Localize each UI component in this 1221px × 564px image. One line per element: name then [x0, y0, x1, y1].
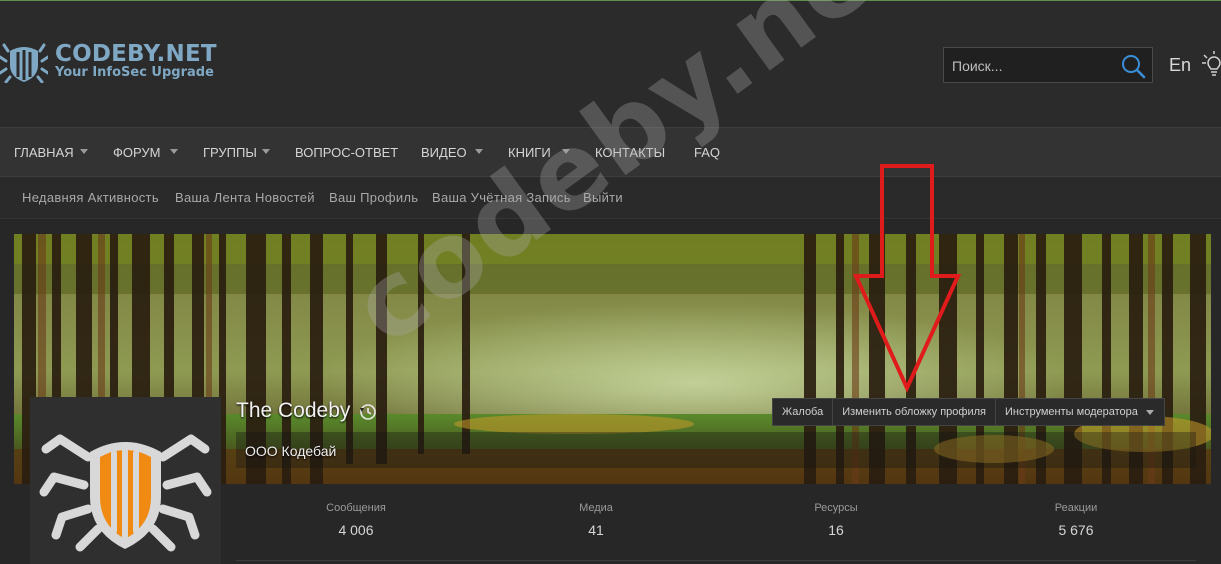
- moderator-tools-label: Инструменты модератора: [1004, 406, 1138, 418]
- nav-item-contacts[interactable]: КОНТАКТЫ: [595, 128, 665, 178]
- subnav-your-account[interactable]: Ваша Учётная Запись: [432, 177, 571, 219]
- stat-value: 5 676: [1058, 522, 1094, 538]
- logo-tagline: Your InfoSec Upgrade: [55, 65, 214, 80]
- stat-resources[interactable]: Ресурсы 16: [716, 484, 956, 538]
- account-subnavigation: Недавняя Активность Ваша Лента Новостей …: [0, 177, 1221, 219]
- report-button[interactable]: Жалоба: [773, 399, 834, 425]
- site-logo[interactable]: CODEBY.NET Your InfoSec Upgrade: [0, 41, 240, 87]
- profile-user-title: ООО Кодебай: [245, 443, 337, 459]
- search-icon[interactable]: [1120, 53, 1146, 79]
- nav-item-books[interactable]: КНИГИ: [508, 128, 551, 178]
- logo-spider-icon: [0, 43, 48, 83]
- nav-item-qa[interactable]: ВОПРОС-ОТВЕТ: [295, 128, 398, 178]
- nav-item-forum[interactable]: ФОРУМ: [113, 128, 160, 178]
- history-icon[interactable]: [359, 403, 377, 421]
- chevron-down-icon[interactable]: [262, 149, 270, 154]
- lightbulb-icon[interactable]: [1200, 51, 1221, 77]
- subnav-recent-activity[interactable]: Недавняя Активность: [22, 177, 159, 219]
- change-cover-button[interactable]: Изменить обложку профиля: [833, 399, 996, 425]
- avatar-spider-logo: [39, 434, 212, 552]
- stat-reactions[interactable]: Реакции 5 676: [956, 484, 1196, 538]
- language-switch[interactable]: En: [1169, 55, 1191, 76]
- main-navigation: ГЛАВНАЯ ФОРУМ ГРУППЫ ВОПРОС-ОТВЕТ ВИДЕО …: [0, 127, 1221, 177]
- user-title-bar: [236, 432, 1196, 468]
- moderator-tools-button[interactable]: Инструменты модератора: [996, 399, 1164, 425]
- profile-stats: Сообщения 4 006 Медиа 41 Ресурсы 16 Реак…: [236, 484, 1196, 561]
- subnav-logout[interactable]: Выйти: [583, 177, 623, 219]
- nav-item-video[interactable]: ВИДЕО: [421, 128, 467, 178]
- chevron-down-icon[interactable]: [562, 149, 570, 154]
- chevron-down-icon[interactable]: [475, 149, 483, 154]
- profile-actions: Жалоба Изменить обложку профиля Инструме…: [772, 398, 1165, 426]
- site-header: CODEBY.NET Your InfoSec Upgrade En: [0, 1, 1221, 127]
- stat-media[interactable]: Медиа 41: [476, 484, 716, 538]
- stat-value: 41: [588, 522, 604, 538]
- chevron-down-icon: [1145, 410, 1154, 415]
- stat-label: Медиа: [579, 502, 613, 514]
- nav-item-home[interactable]: ГЛАВНАЯ: [14, 128, 74, 178]
- subnav-your-profile[interactable]: Ваш Профиль: [329, 177, 418, 219]
- search-input[interactable]: [950, 54, 1119, 78]
- chevron-down-icon[interactable]: [80, 149, 88, 154]
- nav-item-faq[interactable]: FAQ: [694, 128, 720, 178]
- stat-value: 16: [828, 522, 844, 538]
- search-box: [943, 47, 1153, 83]
- stat-label: Ресурсы: [814, 502, 858, 514]
- subnav-news-feed[interactable]: Ваша Лента Новостей: [175, 177, 315, 219]
- logo-title: CODEBY.NET: [55, 41, 217, 67]
- chevron-down-icon[interactable]: [170, 149, 178, 154]
- stat-label: Реакции: [1054, 502, 1098, 514]
- avatar[interactable]: [30, 397, 221, 564]
- stat-value: 4 006: [338, 522, 374, 538]
- nav-item-groups[interactable]: ГРУППЫ: [203, 128, 257, 178]
- stat-label: Сообщения: [326, 502, 386, 514]
- stat-messages[interactable]: Сообщения 4 006: [236, 484, 476, 538]
- profile-username: The Codeby: [236, 399, 351, 422]
